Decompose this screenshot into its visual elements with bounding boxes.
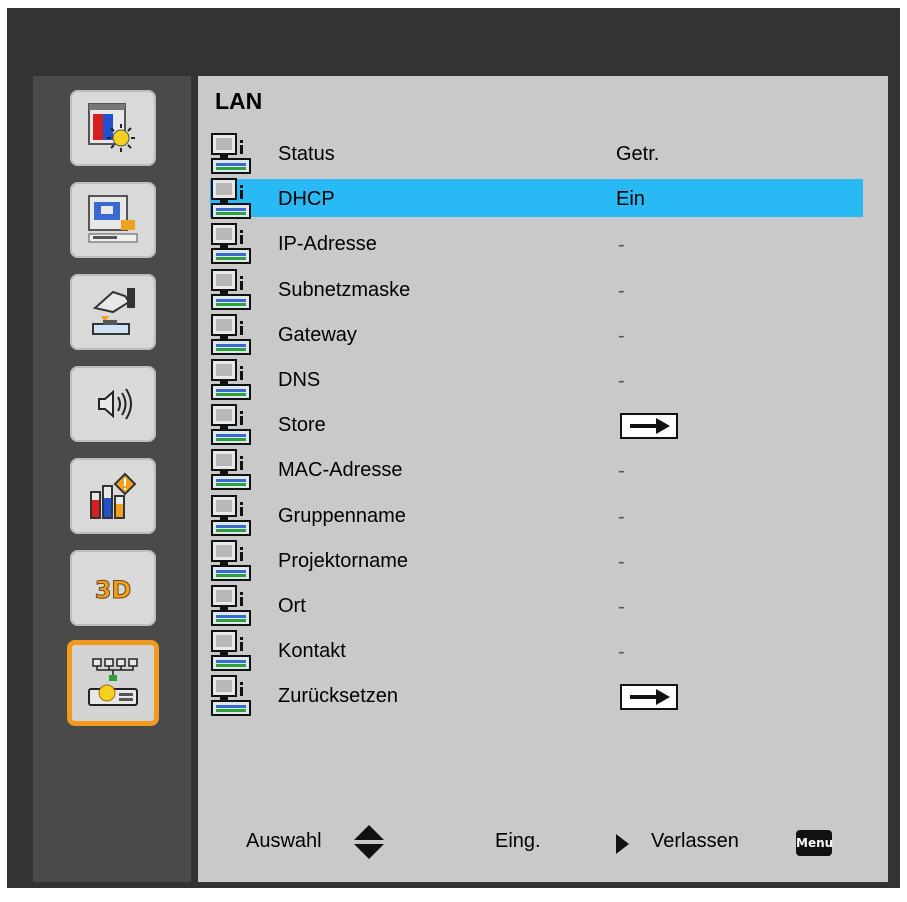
network-item-icon [210, 539, 254, 583]
network-item-icon [210, 222, 254, 266]
footer-exit-label: Verlassen [651, 830, 739, 852]
network-item-icon [210, 448, 254, 492]
footer-select-label: Auswahl [246, 830, 322, 852]
menu-row-label: Projektorname [278, 550, 409, 572]
menu-row-mac-adresse[interactable]: MAC-Adresse - [210, 449, 863, 490]
sidebar-item-network[interactable] [67, 640, 159, 726]
footer-enter-label: Eing. [495, 830, 541, 852]
menu-row-dhcp[interactable]: DHCP Ein [210, 178, 863, 219]
menu-row-zurücksetzen[interactable]: Zurücksetzen [210, 675, 863, 716]
menu-row-value: - [618, 370, 625, 392]
menu-row-label: MAC-Adresse [278, 459, 403, 481]
menu-row-gruppenname[interactable]: Gruppenname - [210, 495, 863, 536]
network-item-icon [210, 403, 254, 447]
menu-row-store[interactable]: Store [210, 404, 863, 445]
menu-row-subnetzmaske[interactable]: Subnetzmaske - [210, 269, 863, 310]
network-item-icon [210, 132, 254, 176]
network-item-icon [210, 313, 254, 357]
menu-row-status[interactable]: Status Getr. [210, 133, 863, 174]
sidebar-item-image[interactable] [70, 90, 156, 166]
menu-row-label: DNS [278, 369, 321, 391]
menu-row-gateway[interactable]: Gateway - [210, 314, 863, 355]
display-settings-icon [88, 195, 138, 243]
up-down-icon [354, 825, 384, 859]
image-settings-icon [88, 103, 135, 152]
menu-row-label: Store [278, 414, 326, 436]
network-item-icon [210, 358, 254, 402]
menu-row-value: - [618, 641, 625, 663]
enter-arrow-icon[interactable] [620, 684, 678, 710]
menu-row-ip-adresse[interactable]: IP-Adresse - [210, 223, 863, 264]
menu-row-value: - [618, 506, 625, 528]
right-triangle-icon [616, 834, 629, 854]
network-item-icon [210, 268, 254, 312]
menu-row-label: Gateway [278, 324, 357, 346]
sidebar-item-3d[interactable]: 3D [70, 550, 156, 626]
sidebar-item-options[interactable] [70, 458, 156, 534]
menu-row-kontakt[interactable]: Kontakt - [210, 630, 863, 671]
menu-row-projektorname[interactable]: Projektorname - [210, 540, 863, 581]
network-item-icon [210, 674, 254, 718]
page-title: LAN [215, 88, 263, 114]
svg-text:3D: 3D [95, 576, 132, 604]
audio-settings-icon [98, 388, 132, 420]
menu-row-value: Getr. [616, 143, 660, 165]
sidebar-item-audio[interactable] [70, 366, 156, 442]
menu-row-value: - [618, 325, 625, 347]
menu-row-value: - [618, 234, 625, 256]
sidebar-item-display[interactable] [70, 182, 156, 258]
menu-row-value: - [618, 280, 625, 302]
menu-row-label: Ort [278, 595, 306, 617]
enter-arrow-icon[interactable] [620, 413, 678, 439]
menu-row-label: IP-Adresse [278, 233, 377, 255]
network-item-icon [210, 177, 254, 221]
menu-row-label: Zurücksetzen [278, 685, 399, 707]
menu-row-label: Kontakt [278, 640, 346, 662]
menu-key-icon: Menu [796, 830, 833, 856]
network-item-icon [210, 629, 254, 673]
network-item-icon [210, 584, 254, 628]
setup-settings-icon [92, 288, 135, 335]
sidebar-item-setup[interactable] [70, 274, 156, 350]
menu-row-label: Gruppenname [278, 505, 406, 527]
menu-row-ort[interactable]: Ort - [210, 585, 863, 626]
menu-row-label: Subnetzmaske [278, 279, 411, 301]
menu-row-value: Ein [616, 188, 645, 210]
3d-settings-icon: 3D [94, 576, 132, 605]
network-item-icon [210, 494, 254, 538]
options-settings-icon [90, 472, 137, 519]
menu-row-label: DHCP [278, 188, 335, 210]
network-settings-icon [88, 658, 138, 706]
menu-row-dns[interactable]: DNS - [210, 359, 863, 400]
menu-row-label: Status [278, 143, 335, 165]
menu-row-value: - [618, 551, 625, 573]
menu-row-value: - [618, 596, 625, 618]
menu-row-value: - [618, 460, 625, 482]
